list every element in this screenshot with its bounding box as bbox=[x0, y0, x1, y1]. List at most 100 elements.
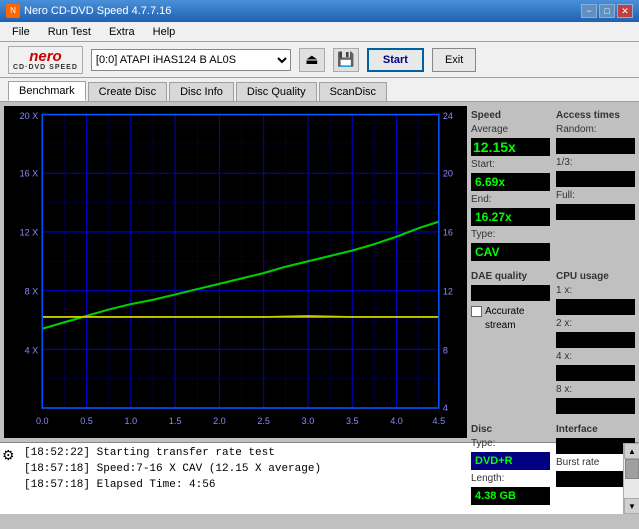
svg-text:1.0: 1.0 bbox=[125, 416, 138, 426]
svg-text:1.5: 1.5 bbox=[169, 416, 182, 426]
cpu-2x-value bbox=[556, 332, 635, 348]
access-times-section: Access times Random: 1/3: Full: bbox=[556, 106, 635, 261]
save-button[interactable]: 💾 bbox=[333, 48, 359, 72]
cpu-1x-value bbox=[556, 299, 635, 315]
logo-area: nero CD·DVD SPEED bbox=[8, 46, 83, 74]
svg-text:0.5: 0.5 bbox=[80, 416, 93, 426]
svg-text:16: 16 bbox=[443, 227, 453, 237]
speed-start-value: 6.69x bbox=[471, 173, 550, 191]
accurate-stream-checkbox[interactable] bbox=[471, 306, 482, 317]
speed-end-label: End: bbox=[471, 194, 550, 205]
menu-file[interactable]: File bbox=[4, 23, 38, 41]
eject-button[interactable]: ⏏ bbox=[299, 48, 325, 72]
chart-area: 20 X 16 X 12 X 8 X 4 X 24 20 16 12 8 4 0… bbox=[4, 106, 467, 438]
start-button[interactable]: Start bbox=[367, 48, 424, 72]
access-random-value bbox=[556, 138, 635, 154]
titlebar-title: N Nero CD-DVD Speed 4.7.7.16 bbox=[6, 4, 171, 18]
tab-disc-info[interactable]: Disc Info bbox=[169, 82, 234, 101]
cpu-8x-value bbox=[556, 398, 635, 414]
titlebar-controls: − □ ✕ bbox=[581, 4, 633, 18]
menubar: File Run Test Extra Help bbox=[0, 22, 639, 42]
toolbar: nero CD·DVD SPEED [0:0] ATAPI iHAS124 B … bbox=[0, 42, 639, 78]
speed-end-value: 16.27x bbox=[471, 208, 550, 226]
disc-title: Disc bbox=[471, 424, 550, 435]
close-button[interactable]: ✕ bbox=[617, 4, 633, 18]
scroll-down-button[interactable]: ▼ bbox=[624, 498, 639, 514]
svg-text:4.5: 4.5 bbox=[433, 416, 446, 426]
app-icon: N bbox=[6, 4, 20, 18]
svg-text:20 X: 20 X bbox=[20, 111, 39, 121]
minimize-button[interactable]: − bbox=[581, 4, 597, 18]
menu-extra[interactable]: Extra bbox=[101, 23, 143, 41]
speed-type-value: CAV bbox=[471, 243, 550, 261]
speed-section: Speed Average 12.15x Start: 6.69x End: 1… bbox=[471, 106, 550, 261]
cpu-usage-section: CPU usage 1 x: 2 x: 4 x: 8 x: bbox=[556, 267, 635, 414]
chart-svg: 20 X 16 X 12 X 8 X 4 X 24 20 16 12 8 4 0… bbox=[4, 106, 467, 438]
stream-label: stream bbox=[485, 320, 550, 331]
tab-benchmark[interactable]: Benchmark bbox=[8, 81, 86, 101]
dae-quality-value bbox=[471, 285, 550, 301]
speed-average-value: 12.15x bbox=[471, 138, 550, 156]
log-area: ⚙ [18:52:22] Starting transfer rate test… bbox=[0, 442, 639, 514]
dae-quality-section: DAE quality Accurate stream bbox=[471, 267, 550, 414]
cpu-4x-value bbox=[556, 365, 635, 381]
titlebar: N Nero CD-DVD Speed 4.7.7.16 − □ ✕ bbox=[0, 0, 639, 22]
two-cols-top: Speed Average 12.15x Start: 6.69x End: 1… bbox=[471, 106, 635, 261]
access-random-label: Random: bbox=[556, 124, 635, 135]
right-panel: Speed Average 12.15x Start: 6.69x End: 1… bbox=[471, 102, 639, 442]
svg-text:2.5: 2.5 bbox=[257, 416, 270, 426]
tab-scan-disc[interactable]: ScanDisc bbox=[319, 82, 387, 101]
log-scrollbar: ▲ ▼ bbox=[623, 443, 639, 514]
nero-logo: nero bbox=[29, 49, 62, 64]
svg-text:12 X: 12 X bbox=[20, 227, 39, 237]
access-times-title: Access times bbox=[556, 110, 635, 121]
svg-text:20: 20 bbox=[443, 168, 453, 178]
accurate-label: Accurate bbox=[485, 306, 524, 317]
svg-text:0.0: 0.0 bbox=[36, 416, 49, 426]
tab-disc-quality[interactable]: Disc Quality bbox=[236, 82, 317, 101]
access-full-value bbox=[556, 204, 635, 220]
svg-text:3.0: 3.0 bbox=[302, 416, 315, 426]
drive-select[interactable]: [0:0] ATAPI iHAS124 B AL0S bbox=[91, 49, 291, 71]
app-title: Nero CD-DVD Speed 4.7.7.16 bbox=[24, 5, 171, 17]
cpu-usage-title: CPU usage bbox=[556, 271, 635, 282]
access-onethird-label: 1/3: bbox=[556, 157, 635, 168]
scrollbar-thumb[interactable] bbox=[625, 459, 639, 479]
cpu-2x-label: 2 x: bbox=[556, 318, 635, 329]
svg-text:8: 8 bbox=[443, 345, 448, 355]
access-onethird-value bbox=[556, 171, 635, 187]
speed-average-label: Average bbox=[471, 124, 550, 135]
tabbar: Benchmark Create Disc Disc Info Disc Qua… bbox=[0, 78, 639, 102]
log-line-3: [18:57:18] Elapsed Time: 4:56 bbox=[24, 477, 619, 493]
log-line-2: [18:57:18] Speed:7-16 X CAV (12.15 X ave… bbox=[24, 461, 619, 477]
menu-run-test[interactable]: Run Test bbox=[40, 23, 99, 41]
speed-start-label: Start: bbox=[471, 159, 550, 170]
cpu-1x-label: 1 x: bbox=[556, 285, 635, 296]
access-full-label: Full: bbox=[556, 190, 635, 201]
svg-text:12: 12 bbox=[443, 286, 453, 296]
svg-text:4 X: 4 X bbox=[25, 345, 39, 355]
log-icon: ⚙ bbox=[0, 443, 20, 514]
svg-text:4: 4 bbox=[443, 403, 448, 413]
exit-button[interactable]: Exit bbox=[432, 48, 476, 72]
main-content: 20 X 16 X 12 X 8 X 4 X 24 20 16 12 8 4 0… bbox=[0, 102, 639, 442]
cdspeed-logo: CD·DVD SPEED bbox=[13, 64, 78, 71]
speed-type-label: Type: bbox=[471, 229, 550, 240]
svg-text:3.5: 3.5 bbox=[346, 416, 359, 426]
svg-text:2.0: 2.0 bbox=[213, 416, 226, 426]
scrollbar-track[interactable] bbox=[624, 459, 639, 498]
maximize-button[interactable]: □ bbox=[599, 4, 615, 18]
svg-text:24: 24 bbox=[443, 111, 453, 121]
accurate-stream-row: Accurate bbox=[471, 306, 550, 317]
menu-help[interactable]: Help bbox=[145, 23, 184, 41]
svg-text:16 X: 16 X bbox=[20, 168, 39, 178]
scroll-up-button[interactable]: ▲ bbox=[624, 443, 639, 459]
two-cols-mid: DAE quality Accurate stream CPU usage 1 … bbox=[471, 267, 635, 414]
tab-create-disc[interactable]: Create Disc bbox=[88, 82, 167, 101]
log-content: [18:52:22] Starting transfer rate test [… bbox=[20, 443, 623, 514]
svg-text:4.0: 4.0 bbox=[390, 416, 403, 426]
cpu-8x-label: 8 x: bbox=[556, 384, 635, 395]
interface-title: Interface bbox=[556, 424, 635, 435]
speed-title: Speed bbox=[471, 110, 550, 121]
cpu-4x-label: 4 x: bbox=[556, 351, 635, 362]
